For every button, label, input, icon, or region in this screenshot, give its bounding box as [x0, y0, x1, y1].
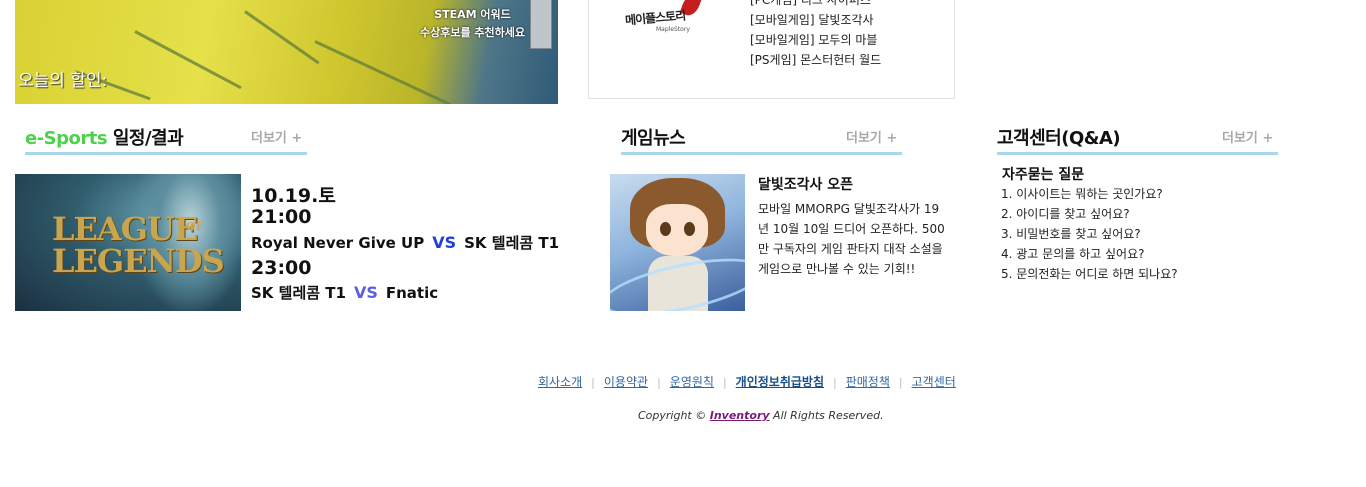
game-list-item[interactable]: [PS게임] 몬스터헌터 월드 — [750, 50, 881, 70]
news-section-header: 게임뉴스 더보기 + — [621, 124, 902, 155]
character-eye — [660, 222, 671, 236]
lol-logo-line2: LEGENDS — [52, 242, 225, 280]
banner-streak — [134, 30, 242, 90]
faq-item[interactable]: 2. 아이디를 찾고 싶어요? — [1001, 204, 1178, 224]
game-list-item[interactable]: [PC게임] 리그 사이퍼즈 — [750, 0, 881, 10]
esports-section-title: e-Sports 일정/결과 — [25, 124, 184, 150]
lol-logo-line1: LEAGUE — [52, 210, 198, 248]
character-eye — [684, 222, 695, 236]
match-vs: VS — [432, 233, 457, 252]
footer-separator: | — [833, 376, 837, 389]
brand-link[interactable]: Inventory — [710, 409, 770, 422]
game-list-item[interactable]: [모바일게임] 달빛조각사 — [750, 10, 881, 30]
esports-title-rest: 일정/결과 — [107, 128, 184, 149]
match-date: 10.19.토 — [251, 185, 336, 207]
character-face — [646, 204, 708, 256]
league-of-legends-thumbnail[interactable]: LEAGUE OF LEGENDS — [15, 174, 241, 311]
match-team1: Royal Never Give UP — [251, 234, 425, 252]
faq-title: 자주묻는 질문 — [1002, 167, 1085, 183]
esports-title-green: e-Sports — [25, 128, 108, 149]
copyright-prefix: Copyright © — [638, 409, 710, 422]
match-team2: SK 텔레콤 T1 — [464, 234, 560, 252]
news-more-link[interactable]: 더보기 + — [846, 127, 897, 146]
match-row[interactable]: SK 텔레콤 T1 VS Fnatic — [251, 282, 438, 303]
faq-item[interactable]: 1. 이사이트는 뭐하는 곳인가요? — [1001, 184, 1178, 204]
footer-separator: | — [591, 376, 595, 389]
game-list: [PC게임] 리그 사이퍼즈 [모바일게임] 달빛조각사 [모바일게임] 모두의… — [750, 0, 881, 70]
match-vs: VS — [353, 283, 378, 302]
customer-center-more-link[interactable]: 더보기 + — [1222, 127, 1273, 146]
news-headline[interactable]: 달빛조각사 오픈 — [758, 174, 853, 194]
customer-center-section-header: 고객센터(Q&A) 더보기 + — [997, 124, 1278, 155]
esports-more-link[interactable]: 더보기 + — [251, 127, 302, 146]
faq-list: 1. 이사이트는 뭐하는 곳인가요? 2. 아이디를 찾고 싶어요? 3. 비밀… — [1001, 184, 1178, 284]
faq-item[interactable]: 5. 문의전화는 어디로 하면 되나요? — [1001, 264, 1178, 284]
customer-center-title: 고객센터(Q&A) — [997, 128, 1121, 149]
faq-item[interactable]: 4. 광고 문의를 하고 싶어요? — [1001, 244, 1178, 264]
copyright: Copyright © Inventory All Rights Reserve… — [638, 409, 884, 422]
faq-item[interactable]: 3. 비밀번호를 찾고 싶어요? — [1001, 224, 1178, 244]
banner-steam-line2: 수상후보를 추천하세요 — [419, 26, 526, 39]
copyright-suffix: All Rights Reserved. — [769, 409, 884, 422]
footer-separator: | — [657, 376, 661, 389]
esports-section-header: e-Sports 일정/결과 더보기 + — [25, 124, 307, 155]
maple-logo-subtext: MapleStory — [656, 26, 690, 33]
footer-link-terms[interactable]: 이용약관 — [604, 375, 648, 389]
match-time: 21:00 — [251, 206, 312, 228]
footer-link-policy[interactable]: 운영원칙 — [670, 375, 714, 389]
maplestory-logo[interactable]: 메이플스토리 MapleStory — [625, 0, 710, 42]
news-body: 모바일 MMORPG 달빛조각사가 19년 10월 10일 드디어 오픈하다. … — [758, 202, 945, 276]
footer-links: 회사소개 | 이용약관 | 운영원칙 | 개인정보취급방침 | 판매정책 | 고객센터 — [538, 373, 956, 390]
news-thumbnail[interactable] — [610, 174, 745, 311]
game-list-item[interactable]: [모바일게임] 모두의 마블 — [750, 30, 881, 50]
footer-link-company[interactable]: 회사소개 — [538, 375, 582, 389]
footer-link-sales[interactable]: 판매정책 — [846, 375, 890, 389]
match-team1: SK 텔레콤 T1 — [251, 284, 346, 302]
match-row[interactable]: Royal Never Give UP VS SK 텔레콤 T1 — [251, 232, 559, 253]
match-time: 23:00 — [251, 257, 312, 279]
footer-separator: | — [722, 376, 727, 389]
banner-streak — [244, 10, 320, 65]
match-team2: Fnatic — [385, 284, 439, 302]
banner-sale-label: 오늘의 할인: — [18, 71, 108, 91]
banner-steam-line1: STEAM 어워드 — [434, 8, 511, 21]
lol-logo-of: OF — [186, 220, 204, 233]
banner-streak — [314, 40, 452, 104]
news-section-title: 게임뉴스 — [621, 128, 686, 149]
steam-award-banner[interactable]: STEAM 어워드 수상후보를 추천하세요 오늘의 할인: — [15, 0, 558, 104]
footer-link-privacy[interactable]: 개인정보취급방침 — [736, 375, 824, 389]
footer-link-support[interactable]: 고객센터 — [912, 375, 956, 389]
footer-separator: | — [898, 376, 903, 389]
banner-steam-text: STEAM 어워드 수상후보를 추천하세요 — [410, 6, 535, 42]
